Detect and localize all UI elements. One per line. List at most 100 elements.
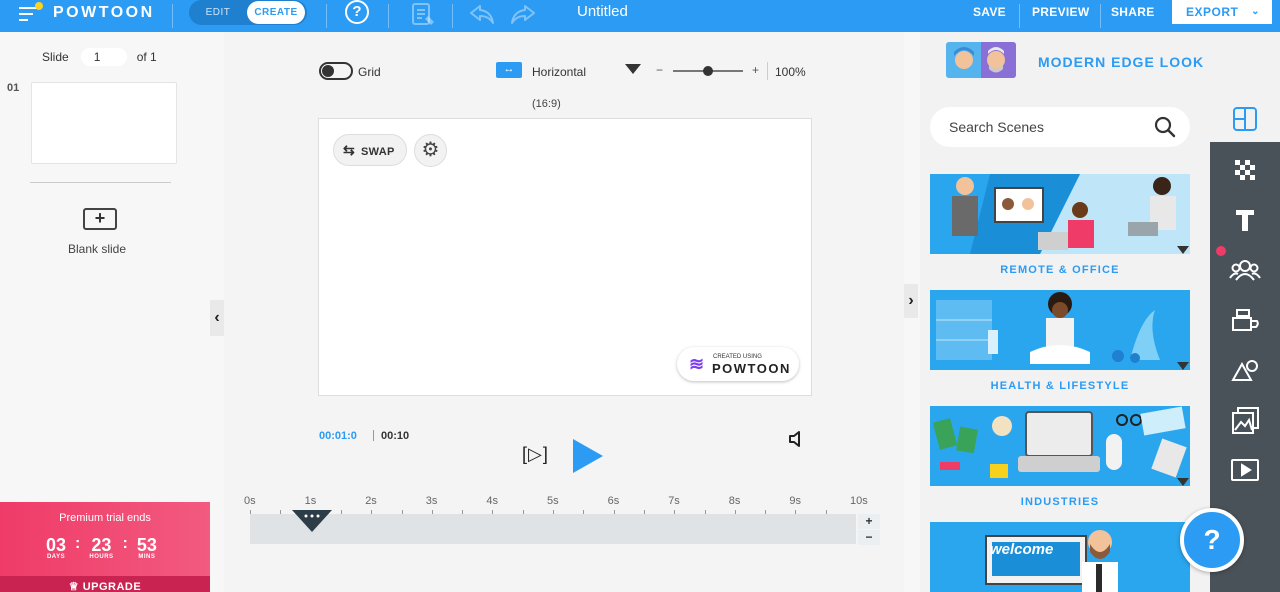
scene-card-remote-office[interactable] — [930, 174, 1190, 254]
gear-icon[interactable]: ⚙ — [414, 134, 447, 167]
timeline-zoom-out-button[interactable]: − — [858, 530, 880, 545]
divider — [452, 4, 453, 28]
powtoon-watermark: ≋ CREATED USING POWTOON — [677, 347, 799, 381]
look-thumbnail[interactable] — [946, 42, 1016, 78]
powtoon-mark-icon: ≋ — [689, 354, 705, 374]
divider — [326, 4, 327, 28]
divider — [1019, 4, 1020, 28]
ruler-label: 6s — [607, 495, 620, 507]
zoom-level: 100% — [775, 65, 806, 79]
powtoon-logo[interactable]: POWTOON — [53, 4, 155, 22]
ruler-label: 10s — [850, 495, 868, 507]
save-button[interactable]: SAVE — [973, 5, 1006, 19]
current-time: 00:01:0 — [319, 430, 357, 442]
divider — [388, 4, 389, 28]
undo-icon[interactable] — [468, 2, 496, 32]
scene-label: INDUSTRIES — [1020, 496, 1100, 508]
text-icon[interactable] — [1229, 206, 1261, 234]
notification-dot — [1216, 246, 1226, 256]
divider — [172, 4, 173, 28]
slide-label: Slide — [42, 50, 69, 64]
orientation-dropdown-icon[interactable] — [625, 64, 641, 74]
look-selector-label[interactable]: MODERN EDGE LOOK — [1038, 54, 1204, 70]
slide-index: 01 — [7, 82, 20, 94]
help-chat-button[interactable]: ? — [1180, 508, 1244, 572]
days-label: DAYS — [46, 554, 66, 560]
scene-card-text: welcome — [990, 541, 1054, 558]
orientation-icon[interactable]: ↔ — [496, 62, 522, 78]
slide-number-input[interactable]: 1 — [80, 48, 127, 66]
chevron-down-icon: ⌄ — [1251, 6, 1260, 17]
timeline-track[interactable] — [250, 514, 856, 544]
top-bar: POWTOON EDIT CREATE ? Untitled SAVE PREV… — [0, 0, 1280, 32]
images-icon[interactable] — [1229, 406, 1261, 434]
shapes-icon[interactable] — [1229, 356, 1261, 384]
redo-icon[interactable] — [509, 2, 537, 32]
notification-dot — [35, 2, 43, 10]
scene-options-icon[interactable] — [1177, 362, 1189, 370]
playhead-handle[interactable] — [292, 508, 332, 532]
trial-banner: Premium trial ends 03 DAYS : 23 HOURS : 53… — [0, 502, 210, 592]
ruler-label: 1s — [304, 495, 317, 507]
mins-value: 53 — [136, 535, 157, 555]
notes-icon[interactable] — [410, 2, 436, 34]
speaker-icon[interactable] — [787, 430, 805, 453]
menu-icon[interactable] — [19, 2, 43, 23]
document-title[interactable]: Untitled — [577, 3, 628, 20]
scene-options-icon[interactable] — [1177, 246, 1189, 254]
export-button[interactable]: EXPORT ⌄ — [1172, 0, 1272, 24]
zoom-slider-handle[interactable] — [703, 66, 713, 76]
search-input[interactable] — [949, 117, 1149, 137]
blank-slide-label[interactable]: Blank slide — [68, 242, 126, 256]
share-button[interactable]: SHARE — [1111, 5, 1155, 19]
divider — [30, 182, 171, 183]
scene-label: HEALTH & LIFESTYLE — [990, 380, 1130, 392]
search-icon[interactable] — [1154, 116, 1176, 138]
mode-toggle[interactable]: EDIT CREATE — [189, 0, 307, 25]
search-scenes-box[interactable] — [930, 107, 1190, 147]
scene-card-industries[interactable] — [930, 406, 1190, 486]
add-slide-icon[interactable]: + — [83, 208, 117, 230]
scene-card-health-lifestyle[interactable] — [930, 290, 1190, 370]
timeline-zoom-in-button[interactable]: + — [858, 514, 880, 529]
slide-thumbnail[interactable] — [31, 82, 177, 164]
watermark-caption: CREATED USING — [713, 354, 762, 360]
mins-label: MINS — [138, 554, 156, 560]
scene-card-welcome[interactable]: welcome — [930, 522, 1190, 592]
edit-mode-button[interactable]: EDIT — [189, 7, 247, 18]
play-icon[interactable] — [573, 439, 603, 473]
trial-countdown: 03 DAYS : 23 HOURS : 53 MINS — [46, 535, 157, 561]
toggle-knob — [322, 65, 334, 77]
layout-icon[interactable] — [1229, 106, 1261, 134]
ruler-label: 0s — [244, 495, 256, 507]
upgrade-button[interactable]: ♕ UPGRADE — [0, 576, 210, 592]
zoom-out-button[interactable]: − — [656, 63, 663, 77]
watermark-brand: POWTOON — [712, 361, 791, 376]
play-scene-icon[interactable]: [▷] — [522, 444, 549, 465]
collapse-right-panel-button[interactable]: › — [904, 284, 918, 318]
zoom-in-button[interactable]: + — [752, 63, 759, 77]
create-mode-button[interactable]: CREATE — [247, 1, 305, 24]
divider — [1100, 4, 1101, 28]
background-icon[interactable] — [1229, 156, 1261, 184]
upgrade-label: UPGRADE — [82, 581, 142, 592]
video-icon[interactable] — [1229, 456, 1261, 484]
hours-value: 23 — [91, 535, 112, 555]
divider — [373, 430, 374, 441]
swap-label: SWAP — [361, 146, 395, 158]
scene-label: REMOTE & OFFICE — [1000, 264, 1120, 276]
crown-icon: ♕ — [68, 581, 83, 592]
characters-icon[interactable] — [1229, 256, 1261, 284]
preview-button[interactable]: PREVIEW — [1032, 5, 1089, 19]
collapse-left-panel-button[interactable]: ‹ — [210, 300, 224, 336]
scene-options-icon[interactable] — [1177, 478, 1189, 486]
slide-counter: Slide 1 of 1 — [42, 48, 157, 66]
ruler-label: 2s — [365, 495, 377, 507]
help-icon[interactable]: ? — [345, 0, 369, 24]
orientation-label[interactable]: Horizontal — [532, 65, 586, 79]
slide-total: of 1 — [136, 50, 157, 64]
grid-toggle[interactable] — [319, 62, 353, 80]
props-icon[interactable] — [1229, 306, 1261, 334]
trial-title: Premium trial ends — [59, 512, 151, 524]
swap-button[interactable]: ⇆ SWAP — [333, 134, 407, 166]
